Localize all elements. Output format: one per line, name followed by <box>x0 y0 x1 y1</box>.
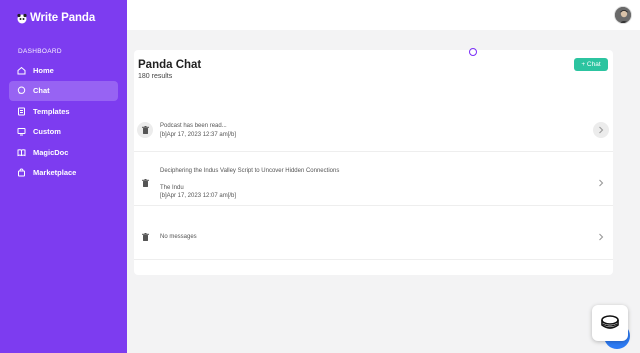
home-icon <box>17 66 26 75</box>
sidebar: Write Panda DASHBOARD Home Chat Template… <box>0 0 127 353</box>
monitor-icon <box>17 127 26 136</box>
delete-button[interactable] <box>137 229 153 245</box>
book-icon <box>17 148 26 157</box>
delete-button[interactable] <box>137 175 153 191</box>
sidebar-item-chat[interactable]: Chat <box>9 80 118 101</box>
stack-icon <box>601 315 619 329</box>
chat-row[interactable]: Deciphering the Indus Valley Script to U… <box>134 153 613 206</box>
chat-date: [b]Apr 17, 2023 12:37 am[/b] <box>160 131 237 138</box>
trash-icon <box>141 126 149 134</box>
chat-list-card: Panda Chat 180 results + Chat Podcast ha… <box>134 48 613 275</box>
store-icon <box>17 168 26 177</box>
top-bar <box>127 0 640 30</box>
avatar-photo-icon <box>615 7 631 23</box>
user-avatar[interactable] <box>614 6 632 24</box>
chat-subtitle: The Indu <box>160 184 184 191</box>
sidebar-item-label: Marketplace <box>33 168 77 177</box>
sidebar-item-marketplace[interactable]: Marketplace <box>9 163 118 183</box>
sidebar-item-templates[interactable]: Templates <box>9 101 118 121</box>
app-logo[interactable]: Write Panda <box>17 12 95 24</box>
page-title: Panda Chat <box>138 59 202 71</box>
open-chat-button[interactable] <box>593 122 609 138</box>
templates-icon <box>17 107 26 116</box>
chat-bubble-icon <box>17 86 26 95</box>
open-chat-button[interactable] <box>593 229 609 245</box>
chevron-right-icon <box>599 126 604 134</box>
sidebar-section-label: DASHBOARD <box>18 48 62 55</box>
sidebar-item-home[interactable]: Home <box>9 60 118 80</box>
sidebar-item-custom[interactable]: Custom <box>9 122 118 142</box>
open-chat-button[interactable] <box>593 175 609 191</box>
loading-spinner-icon <box>469 48 477 56</box>
sidebar-item-magicdoc[interactable]: MagicDoc <box>9 142 118 162</box>
panda-logo-icon <box>17 12 27 24</box>
new-chat-button[interactable]: + Chat <box>574 58 608 71</box>
chat-row[interactable]: Podcast has been read... [b]Apr 17, 2023… <box>134 106 613 152</box>
app-name: Write Panda <box>30 12 96 24</box>
sidebar-item-label: Home <box>33 65 54 75</box>
floating-widget-button[interactable] <box>592 305 628 341</box>
chat-date: [b]Apr 17, 2023 12:07 am[/b] <box>160 193 237 199</box>
trash-icon <box>141 233 149 241</box>
chevron-right-icon <box>599 179 604 187</box>
sidebar-item-label: Templates <box>33 106 70 116</box>
trash-icon <box>141 179 149 187</box>
chat-row[interactable]: No messages <box>134 207 613 260</box>
chat-title: Deciphering the Indus Valley Script to U… <box>160 168 340 174</box>
results-count: 180 results <box>138 73 173 80</box>
chevron-right-icon <box>599 233 604 241</box>
sidebar-item-label: Chat <box>33 86 50 95</box>
sidebar-item-label: MagicDoc <box>33 147 69 157</box>
delete-button[interactable] <box>137 122 153 138</box>
sidebar-nav: Home Chat Templates Custom MagicDoc Mark… <box>9 60 118 183</box>
chat-title: Podcast has been read... <box>160 123 227 129</box>
chat-title: No messages <box>160 234 197 240</box>
sidebar-item-label: Custom <box>33 127 61 136</box>
